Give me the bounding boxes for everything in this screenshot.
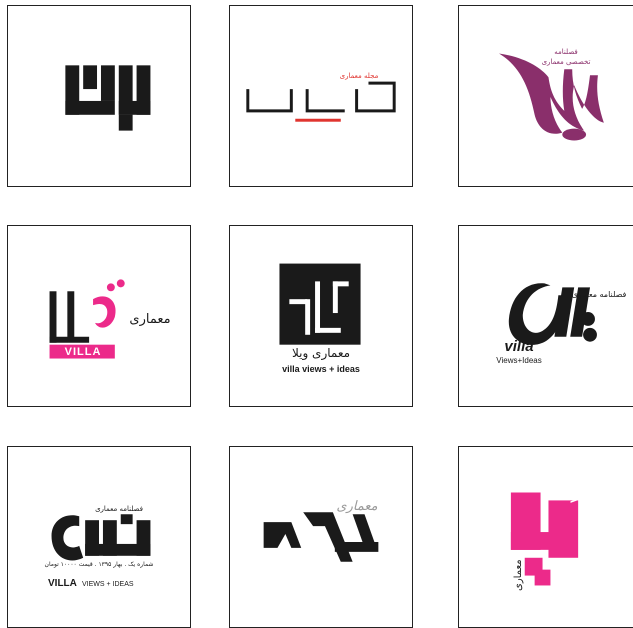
pink-villa-logo: [510, 492, 579, 586]
bold-villa-logo: [51, 514, 151, 561]
logo-tile-8: معماری: [229, 446, 413, 628]
villa-views-ideas-line: VILLA VIEWS + IDEAS: [48, 571, 134, 590]
angular-villa-logo: [263, 512, 379, 562]
views-ideas-caption: VIEWS + IDEAS: [81, 581, 134, 588]
logo-tile-6: فصلنامه معماری villa Views+Ideas: [458, 225, 633, 407]
architecture-villa-word: معماری ویلا: [291, 346, 351, 360]
pixel-villa-logo: [65, 65, 151, 131]
issue-details: شماره یک . بهار ۱۳۹۵ . قیمت ۱۰۰۰۰ تومان: [44, 561, 154, 568]
specialty-caption: تخصصی معماری: [541, 58, 591, 66]
architecture-word: معماری: [129, 312, 171, 327]
views-ideas-caption: Views+Ideas: [496, 356, 542, 365]
magazine-caption: مجله معماری: [339, 72, 379, 80]
logo-tile-4: معماری VILLA: [7, 225, 191, 407]
logo-tile-7: فصلنامه معماری شماره یک . بهار ۱۳۹۵ . قی…: [7, 446, 191, 628]
quarterly-caption: فصلنامه: [554, 48, 578, 56]
logo-tile-1: [7, 5, 191, 187]
architecture-word: معماری: [513, 559, 524, 591]
line-villa-logo: [246, 81, 396, 122]
villa-badge: VILLA: [64, 346, 102, 358]
villa-word: VILLA: [569, 471, 581, 503]
villa-vertical-word: VILLA: [569, 471, 581, 503]
villa-brand: VILLA: [48, 578, 77, 589]
villa-script-word: villa: [504, 338, 534, 355]
script-villa-logo: [508, 283, 597, 345]
quarterly-architecture-caption: فصلنامه معماری: [571, 290, 627, 299]
logo-tile-3: فصلنامه تخصصی معماری: [458, 5, 633, 187]
architecture-vertical-word: معماری: [513, 559, 524, 591]
logo-tile-2: مجله معماری: [229, 5, 413, 187]
logo-tile-9: VILLA معماری: [458, 446, 633, 628]
views-ideas-caption: villa views + ideas: [282, 364, 360, 374]
square-villa-logo: [279, 263, 361, 345]
quarterly-architecture-caption: فصلنامه معماری: [95, 505, 143, 513]
calligraphy-villa-logo: [499, 53, 604, 141]
architecture-word: معماری: [336, 499, 378, 514]
logo-tile-5: معماری ویلا villa views + ideas: [229, 225, 413, 407]
